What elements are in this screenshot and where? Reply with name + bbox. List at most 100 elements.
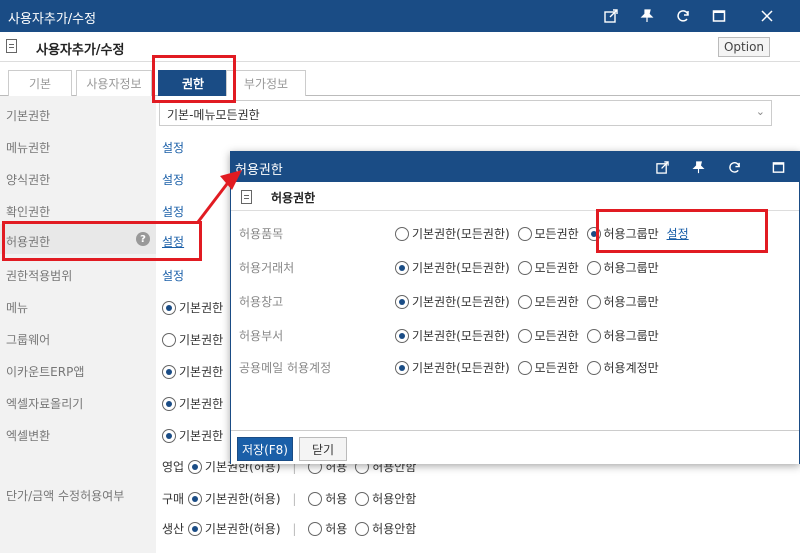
tab-extra-info[interactable]: 부가정보 [226, 70, 306, 96]
excel-upload-option: 기본권한 [162, 395, 223, 412]
separator: | [292, 522, 297, 536]
refresh-icon[interactable] [668, 0, 698, 32]
menu-default-radio[interactable] [162, 301, 176, 315]
apply-scope-label: 권한적용범위 [6, 269, 73, 283]
department-default-label: 기본권한(모든권한) [412, 329, 510, 343]
shared-mail-label: 공용메일 허용계정 [239, 361, 332, 375]
price-edit-row-name: 구매 [162, 492, 185, 506]
annotation-box-allow-right [2, 221, 202, 261]
option-button[interactable]: Option [718, 37, 770, 57]
price-edit-row-production: 생산 기본권한(허용) | 허용 허용안함 [162, 520, 416, 542]
mail-account-radio[interactable] [586, 361, 601, 375]
item-default-radio[interactable] [395, 227, 409, 241]
document-icon [241, 190, 252, 204]
dialog-popout-icon[interactable] [647, 151, 677, 183]
mail-all-label: 모든권한 [534, 361, 579, 375]
dialog-refresh-icon[interactable] [719, 151, 749, 183]
window-title: 사용자추가/수정 [8, 12, 97, 27]
window-titlebar: 사용자추가/수정 [0, 0, 800, 32]
allowed-item-label: 허용품목 [239, 227, 284, 241]
price-edit-row-name: 영업 [162, 460, 185, 474]
excel-convert-default-radio[interactable] [162, 429, 176, 443]
mail-all-radio[interactable] [517, 361, 532, 375]
save-button[interactable]: 저장(F8) [237, 437, 293, 461]
allowed-customer-options: 기본권한(모든권한) 모든권한 허용그룹만 [395, 259, 659, 276]
item-all-label: 모든권한 [534, 227, 579, 241]
allowed-warehouse-label: 허용창고 [239, 295, 284, 309]
warehouse-group-label: 허용그룹만 [603, 295, 659, 309]
production-deny-radio[interactable] [355, 522, 370, 536]
department-default-radio[interactable] [395, 329, 409, 343]
production-allow-radio[interactable] [308, 522, 323, 536]
annotation-box-group-only [596, 209, 768, 253]
warehouse-group-radio[interactable] [586, 295, 601, 309]
excel-convert-option: 기본권한 [162, 427, 223, 444]
production-allow-label: 허용 [325, 522, 348, 536]
allowed-customer-label: 허용거래처 [239, 261, 295, 275]
basic-right-select[interactable]: 기본-메뉴모든권한 ⌄ [159, 100, 772, 126]
purchase-allow-radio[interactable] [308, 492, 323, 506]
allow-right-dialog: 허용권한 허용권한 허용품목 기본권한(모든권한) 모든권한 허용그룹만 설정 … [230, 151, 800, 464]
dialog-pin-icon[interactable] [683, 151, 713, 183]
page-title: 사용자추가/수정 [36, 43, 125, 58]
mail-default-radio[interactable] [395, 361, 409, 375]
tab-basic[interactable]: 기본 [8, 70, 72, 96]
customer-group-label: 허용그룹만 [603, 261, 659, 275]
dialog-footer: 저장(F8) 닫기 [231, 430, 799, 464]
groupware-default-radio[interactable] [162, 333, 176, 347]
groupware-label: 그룹웨어 [6, 333, 51, 347]
customer-all-label: 모든권한 [534, 261, 579, 275]
department-all-label: 모든권한 [534, 329, 579, 343]
customer-group-radio[interactable] [586, 261, 601, 275]
document-icon [6, 39, 17, 53]
department-group-label: 허용그룹만 [603, 329, 659, 343]
dialog-maximize-icon[interactable] [763, 151, 793, 183]
ecount-app-default-radio[interactable] [162, 365, 176, 379]
dialog-row-shared-mail: 공용메일 허용계정 기본권한(모든권한) 모든권한 허용계정만 [231, 349, 799, 383]
item-all-radio[interactable] [517, 227, 532, 241]
confirm-right-setting-link[interactable]: 설정 [162, 203, 184, 220]
allowed-warehouse-options: 기본권한(모든권한) 모든권한 허용그룹만 [395, 293, 659, 310]
price-edit-label: 단가/금액 수정허용여부 [6, 489, 125, 503]
pin-icon[interactable] [632, 0, 662, 32]
excel-convert-default-label: 기본권한 [179, 429, 224, 443]
ecount-app-default-label: 기본권한 [179, 365, 224, 379]
close-button[interactable]: 닫기 [299, 437, 347, 461]
menu-option: 기본권한 [162, 299, 223, 316]
page-header: 사용자추가/수정 [0, 32, 800, 62]
form-right-label: 양식권한 [6, 173, 51, 187]
department-all-radio[interactable] [517, 329, 532, 343]
form-right-setting-link[interactable]: 설정 [162, 171, 184, 188]
apply-scope-setting-link[interactable]: 설정 [162, 267, 184, 284]
mail-account-label: 허용계정만 [603, 361, 659, 375]
close-icon[interactable] [752, 0, 782, 32]
popout-icon[interactable] [596, 0, 626, 32]
menu-right-setting-link[interactable]: 설정 [162, 139, 184, 156]
tab-bar: 기본 사용자정보 권한 부가정보 [0, 64, 800, 96]
dialog-row-warehouse: 허용창고 기본권한(모든권한) 모든권한 허용그룹만 [231, 283, 799, 317]
chevron-down-icon: ⌄ [755, 105, 765, 118]
confirm-right-label: 확인권한 [6, 205, 51, 219]
warehouse-default-radio[interactable] [395, 295, 409, 309]
menu-right-label: 메뉴권한 [6, 141, 51, 155]
customer-default-radio[interactable] [395, 261, 409, 275]
groupware-default-label: 기본권한 [179, 333, 224, 347]
tab-user-info[interactable]: 사용자정보 [76, 70, 152, 96]
production-default-radio[interactable] [187, 522, 202, 536]
sales-default-radio[interactable] [187, 460, 202, 474]
purchase-default-radio[interactable] [187, 492, 202, 506]
maximize-icon[interactable] [704, 0, 734, 32]
purchase-deny-radio[interactable] [355, 492, 370, 506]
menu-default-label: 기본권한 [179, 301, 224, 315]
dialog-title: 허용권한 [235, 163, 283, 178]
warehouse-all-radio[interactable] [517, 295, 532, 309]
dialog-subtitle: 허용권한 [271, 191, 316, 205]
department-group-radio[interactable] [586, 329, 601, 343]
customer-all-radio[interactable] [517, 261, 532, 275]
warehouse-all-label: 모든권한 [534, 295, 579, 309]
excel-upload-label: 엑셀자료올리기 [6, 397, 84, 411]
excel-upload-default-radio[interactable] [162, 397, 176, 411]
separator: | [292, 492, 297, 506]
allowed-department-label: 허용부서 [239, 329, 284, 343]
purchase-deny-label: 허용안함 [372, 492, 417, 506]
